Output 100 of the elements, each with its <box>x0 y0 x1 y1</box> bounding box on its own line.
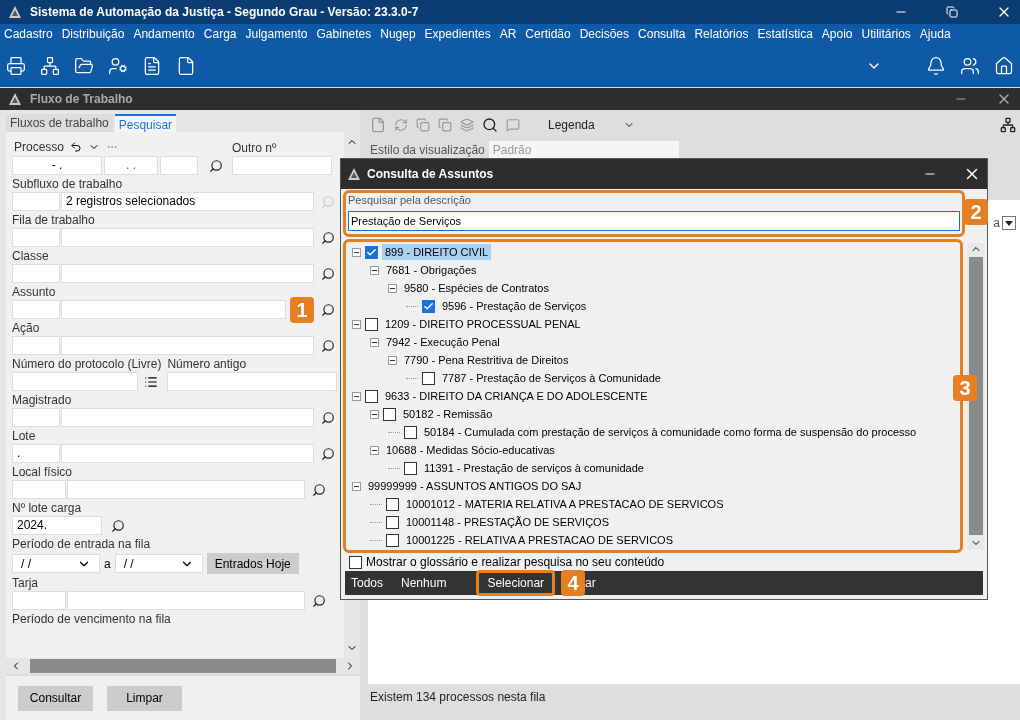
input-field[interactable]: 2024. <box>12 516 102 535</box>
date-field[interactable]: / / <box>12 554 100 573</box>
input-field[interactable] <box>12 408 60 427</box>
date-field[interactable]: / / <box>114 554 203 573</box>
tree-item[interactable]: 10001012 - MATERIA RELATIVA A PRESTACAO DE SERVICOS <box>403 495 727 513</box>
checkbox[interactable] <box>349 555 362 569</box>
tree-item[interactable]: 9633 - DIREITO DA CRIANÇA E DO ADOLESCENTE <box>382 387 651 405</box>
collapse-toggle[interactable] <box>370 337 379 347</box>
checkbox[interactable] <box>422 371 435 385</box>
select-button[interactable]: Selecionar <box>476 570 556 596</box>
form-button[interactable]: Limpar <box>107 685 182 711</box>
menu-item[interactable]: Distribuição <box>61 25 125 43</box>
tree-item[interactable]: 9580 - Espécies de Contratos <box>401 279 552 297</box>
checkbox[interactable] <box>383 407 396 421</box>
dialog-button[interactable]: Nenhum <box>401 574 447 592</box>
tree-item[interactable]: 1209 - DIREITO PROCESSUAL PENAL <box>382 315 584 333</box>
tree-item[interactable]: 50182 - Remissão <box>400 405 496 423</box>
checkbox[interactable] <box>386 533 399 547</box>
input-field[interactable] <box>12 264 60 283</box>
dialog-button[interactable]: Todos <box>351 574 384 592</box>
tree-item[interactable]: 11391 - Prestação de serviços à comunidade <box>421 459 647 477</box>
input-field[interactable] <box>160 156 198 175</box>
tree-view-icon[interactable] <box>1000 117 1016 133</box>
input-field[interactable] <box>60 444 314 463</box>
tree-item[interactable]: 10001225 - RELATIVA A PRESTACAO DE SERVICOS <box>403 531 676 549</box>
input-field[interactable] <box>67 480 305 499</box>
tab[interactable]: Fluxos de trabalho <box>6 114 113 132</box>
input-field[interactable] <box>232 156 332 175</box>
tree-item[interactable]: 7787 - Prestação de Serviços à Comunidade <box>439 369 664 387</box>
notification-icon[interactable] <box>926 55 946 76</box>
collapse-toggle[interactable] <box>352 481 361 491</box>
input-field[interactable] <box>12 192 60 211</box>
menu-item[interactable]: Ajuda <box>919 25 951 43</box>
folder-icon[interactable] <box>74 55 94 76</box>
input-field[interactable] <box>12 336 60 355</box>
list-icon[interactable] <box>144 374 158 389</box>
input-field[interactable] <box>12 591 66 610</box>
tree-item[interactable]: 7790 - Pena Restritiva de Direitos <box>401 351 572 369</box>
menu-item[interactable]: Expedientes <box>424 25 491 43</box>
menu-item[interactable]: Consulta <box>638 25 686 43</box>
menu-item[interactable]: Decisões <box>579 25 630 43</box>
input-field[interactable] <box>60 408 314 427</box>
input-field[interactable] <box>60 336 314 355</box>
input-field[interactable] <box>12 480 66 499</box>
undo-icon[interactable] <box>70 141 83 153</box>
input-field[interactable] <box>12 300 60 319</box>
legend-dropdown[interactable]: Legenda <box>548 116 595 134</box>
checkbox[interactable] <box>422 299 435 313</box>
network-icon[interactable] <box>40 55 60 76</box>
input-field[interactable]: - . <box>12 156 102 175</box>
restore-icon[interactable] <box>946 6 958 18</box>
tree-item[interactable]: 899 - DIREITO CIVIL <box>382 243 492 261</box>
search-icon[interactable] <box>482 117 498 133</box>
checkbox[interactable] <box>386 515 399 529</box>
users-icon[interactable] <box>960 55 980 76</box>
menu-item[interactable]: Certidão <box>525 25 571 43</box>
tree-item[interactable]: 10001148 - PRESTAÇÃO DE SERVIÇOS <box>403 513 612 531</box>
collapse-toggle[interactable] <box>370 265 379 275</box>
input-field[interactable] <box>60 264 314 283</box>
collapse-toggle[interactable] <box>388 283 397 293</box>
checkbox[interactable] <box>386 497 399 511</box>
tree-item[interactable]: 99999999 - ASSUNTOS ANTIGOS DO SAJ <box>365 477 585 495</box>
horizontal-scrollbar[interactable] <box>6 658 360 674</box>
collapse-toggle[interactable] <box>352 391 361 401</box>
collapse-toggle[interactable] <box>352 247 361 257</box>
tree-item[interactable]: 10688 - Medidas Sócio-educativas <box>383 441 558 459</box>
document-icon[interactable] <box>142 55 162 76</box>
dropdown-button[interactable] <box>1002 216 1016 230</box>
collapse-toggle[interactable] <box>388 355 397 365</box>
tree-item[interactable]: 9596 - Prestação de Serviços <box>439 297 590 315</box>
checkbox[interactable] <box>365 389 378 403</box>
user-settings-icon[interactable] <box>108 55 128 76</box>
menu-item[interactable]: AR <box>499 25 517 43</box>
input-field[interactable] <box>167 372 338 391</box>
menu-item[interactable]: Gabinetes <box>316 25 372 43</box>
menu-item[interactable]: Relatórios <box>694 25 749 43</box>
tree-item[interactable]: 7681 - Obrigações <box>383 261 480 279</box>
today-button[interactable]: Entrados Hoje <box>206 553 299 574</box>
menu-item[interactable]: Nugep <box>380 25 416 43</box>
checkbox[interactable] <box>365 245 378 259</box>
collapse-toggle[interactable] <box>370 409 379 419</box>
collapse-toggle[interactable] <box>370 445 379 455</box>
tree-item[interactable]: 50184 - Cumulada com prestação de serviços à comunidade como forma de suspensão do processo <box>421 423 920 441</box>
tree-item[interactable]: 7942 - Execução Penal <box>383 333 503 351</box>
search-field[interactable]: Prestação de Serviços <box>348 211 960 231</box>
tab[interactable]: Pesquisar <box>114 114 177 132</box>
checkbox[interactable] <box>404 425 417 439</box>
dialog-button[interactable]: ar <box>585 574 596 592</box>
menu-item[interactable]: Carga <box>203 25 237 43</box>
menu-item[interactable]: Cadastro <box>4 25 53 43</box>
input-field[interactable] <box>67 591 305 610</box>
home-icon[interactable] <box>994 55 1014 76</box>
document-icon[interactable] <box>176 55 196 76</box>
menu-item[interactable]: Julgamento <box>245 25 308 43</box>
menu-item[interactable]: Andamento <box>133 25 195 43</box>
input-field[interactable] <box>60 228 314 247</box>
collapse-toggle[interactable] <box>352 319 361 329</box>
input-field[interactable] <box>12 228 60 247</box>
input-field[interactable]: . <box>12 444 60 463</box>
input-field[interactable] <box>60 300 286 319</box>
